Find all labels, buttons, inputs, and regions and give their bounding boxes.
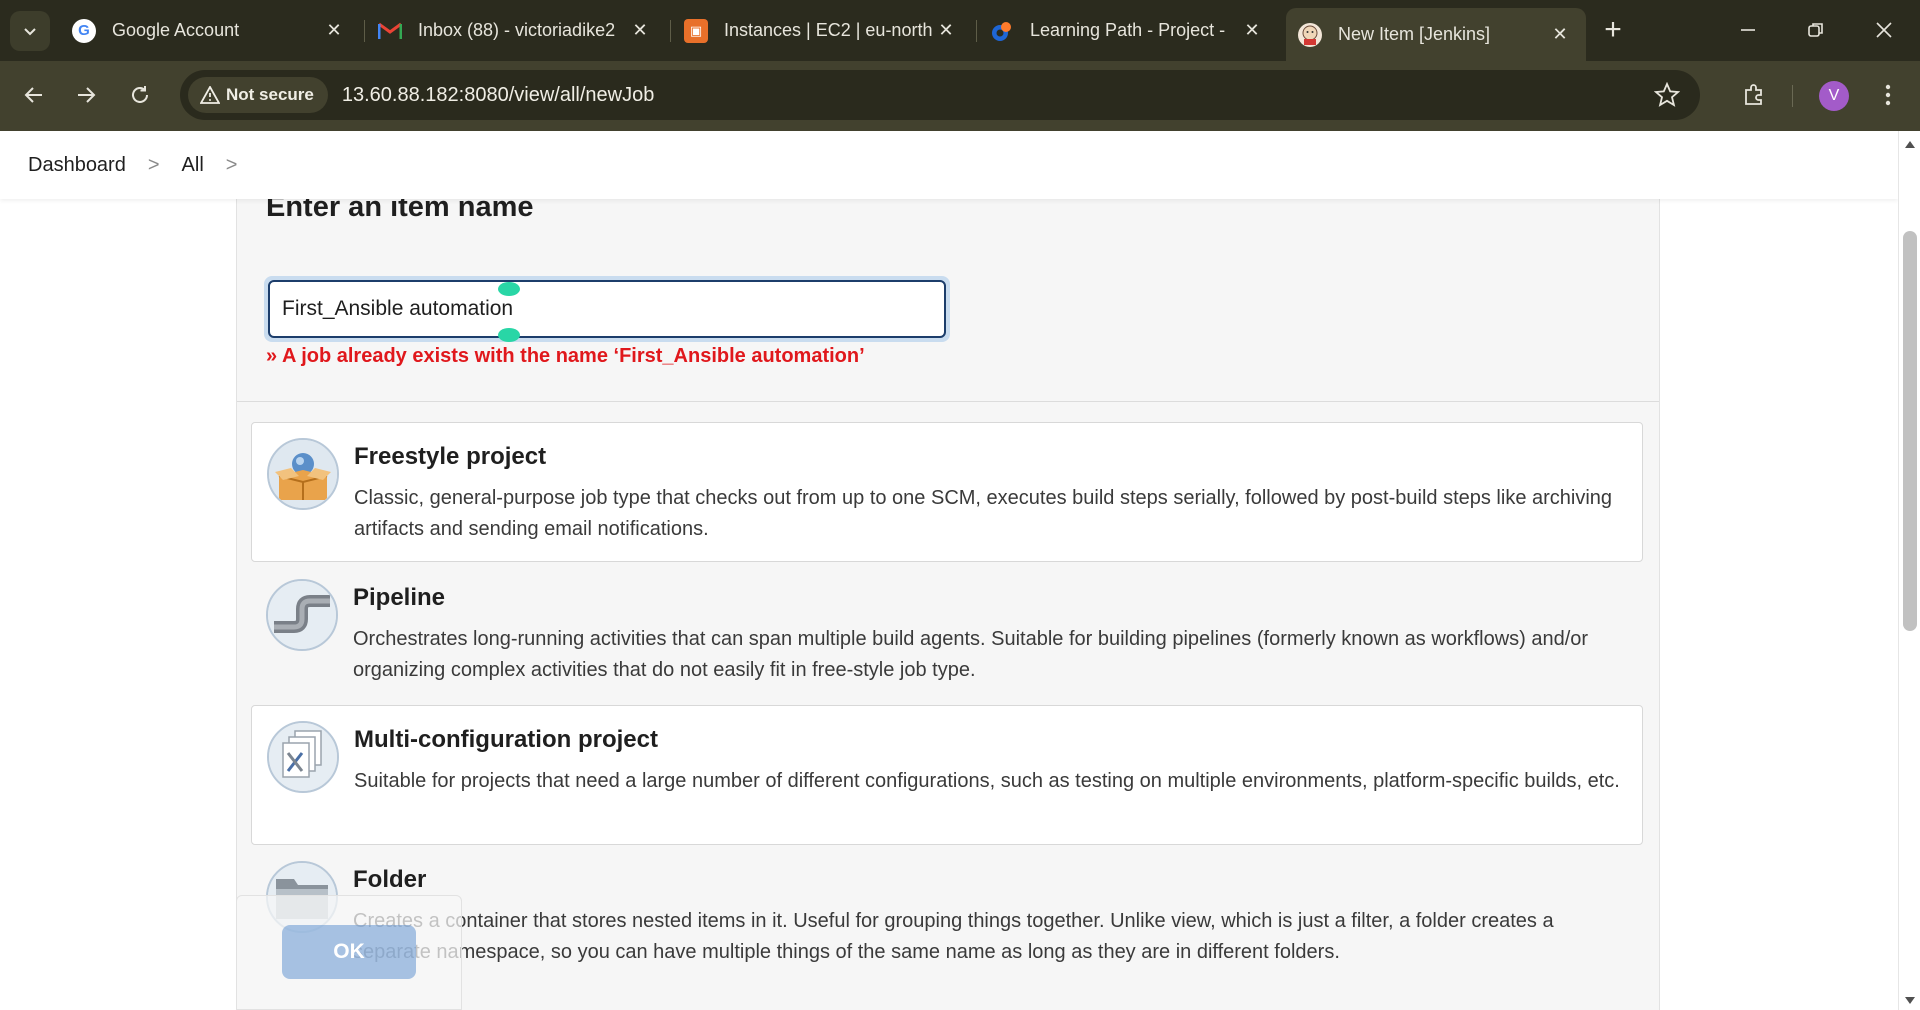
item-type-description: Orchestrates long-running activities tha…	[353, 628, 1589, 681]
restore-icon	[1808, 23, 1823, 37]
tab-separator	[670, 20, 671, 42]
puzzle-icon	[1745, 84, 1762, 105]
ok-button[interactable]: OK	[282, 925, 416, 979]
browser-tab-learning-path[interactable]: Learning Path - Project - ✕	[978, 8, 1278, 53]
item-type-description: Classic, general-purpose job type that c…	[354, 487, 1613, 540]
item-type-name: Folder	[353, 866, 427, 893]
star-icon	[1653, 81, 1681, 107]
browser-toolbar: Not secure 13.60.88.182:8080/view/all/ne…	[0, 61, 1920, 131]
more-vertical-icon	[1885, 84, 1891, 106]
item-type-name: Multi-configuration project	[354, 726, 658, 753]
browser-tab-google-account[interactable]: G Google Account ✕	[60, 8, 360, 53]
item-type-multi-configuration[interactable]: Multi-configuration project Suitable for…	[251, 705, 1643, 845]
close-icon[interactable]: ✕	[628, 20, 652, 41]
divider	[237, 401, 1659, 402]
scrollbar-thumb[interactable]	[1903, 231, 1917, 631]
browser-menu-button[interactable]	[1870, 77, 1906, 113]
close-icon[interactable]: ✕	[1240, 20, 1264, 41]
site-info-button[interactable]: Not secure	[188, 77, 328, 113]
restore-window-button[interactable]	[1796, 12, 1836, 48]
arrow-right-icon	[78, 87, 96, 103]
aws-ec2-icon: ▣	[684, 18, 708, 43]
scroll-down-arrow-icon[interactable]	[1905, 997, 1915, 1004]
tab-title: Google Account	[112, 20, 240, 40]
jenkins-icon	[1298, 22, 1322, 47]
close-icon[interactable]: ✕	[934, 20, 958, 41]
item-type-freestyle[interactable]: Freestyle project Classic, general-purpo…	[251, 422, 1643, 562]
close-window-button[interactable]	[1864, 12, 1904, 48]
chevron-down-icon	[24, 28, 36, 36]
warning-triangle-icon	[200, 86, 220, 104]
forward-button[interactable]	[68, 77, 104, 113]
plus-icon: +	[1604, 13, 1622, 46]
extensions-button[interactable]	[1736, 77, 1772, 113]
selection-handle-bottom[interactable]	[498, 328, 520, 342]
pipeline-pipe-icon	[266, 579, 338, 651]
reload-icon	[132, 86, 148, 103]
profile-avatar[interactable]: V	[1819, 81, 1849, 111]
tab-title: Inbox (88) - victoriadike2	[418, 20, 616, 40]
security-label: Not secure	[226, 85, 314, 104]
reload-button[interactable]	[122, 77, 158, 113]
close-icon[interactable]: ✕	[322, 20, 346, 41]
jenkins-page: Dashboard > All > Enter an item name » A…	[0, 131, 1898, 1010]
minimize-window-button[interactable]	[1728, 12, 1768, 48]
new-tab-button[interactable]: +	[1596, 14, 1630, 48]
freestyle-box-icon	[267, 438, 339, 510]
item-type-description: Suitable for projects that need a large …	[354, 770, 1620, 792]
tab-search-button[interactable]	[10, 11, 50, 51]
arrow-left-icon	[24, 87, 42, 103]
item-name-field-wrapper	[264, 276, 950, 342]
breadcrumb: Dashboard > All >	[0, 131, 1898, 199]
minimize-icon	[1741, 29, 1755, 31]
item-type-name: Pipeline	[353, 584, 446, 611]
breadcrumb-all[interactable]: All	[182, 154, 204, 177]
close-icon	[1876, 22, 1892, 38]
browser-tab-ec2[interactable]: ▣ Instances | EC2 | eu-north ✕	[672, 8, 972, 53]
tab-title: Learning Path - Project -	[1030, 20, 1226, 40]
gmail-icon	[378, 19, 402, 43]
item-type-pipeline[interactable]: Pipeline Orchestrates long-running activ…	[251, 564, 1643, 704]
validation-error: » A job already exists with the name ‘Fi…	[266, 345, 865, 367]
address-bar[interactable]: Not secure 13.60.88.182:8080/view/all/ne…	[180, 70, 1700, 120]
google-icon: G	[72, 18, 96, 43]
toolbar-separator	[1792, 85, 1793, 107]
page-scrollbar[interactable]	[1898, 131, 1920, 1010]
item-type-description: Creates a container that stores nested i…	[353, 910, 1554, 963]
selection-handle-top[interactable]	[498, 282, 520, 296]
profile-initial: V	[1828, 87, 1840, 104]
tab-separator	[364, 20, 365, 42]
tab-separator	[976, 20, 977, 42]
tab-title: New Item [Jenkins]	[1338, 24, 1491, 44]
browser-tab-gmail[interactable]: Inbox (88) - victoriadike2 ✕	[366, 8, 666, 53]
multi-config-icon	[267, 721, 339, 793]
chevron-right-icon[interactable]: >	[148, 154, 160, 177]
scroll-up-arrow-icon[interactable]	[1905, 141, 1915, 148]
tab-title: Instances | EC2 | eu-north	[724, 20, 933, 40]
url-text[interactable]: 13.60.88.182:8080/view/all/newJob	[342, 84, 654, 107]
back-button[interactable]	[16, 77, 52, 113]
browser-tab-jenkins-new-item[interactable]: New Item [Jenkins] ✕	[1286, 8, 1586, 61]
close-icon[interactable]: ✕	[1548, 24, 1572, 45]
item-type-name: Freestyle project	[354, 443, 547, 470]
bookmark-star-button[interactable]	[1653, 81, 1681, 113]
breadcrumb-dashboard[interactable]: Dashboard	[28, 154, 126, 177]
item-name-input[interactable]	[268, 280, 946, 338]
learning-path-icon	[990, 19, 1014, 43]
browser-tab-bar: G Google Account ✕ Inbox (88) - victoria…	[0, 0, 1920, 61]
chevron-right-icon[interactable]: >	[226, 154, 238, 177]
